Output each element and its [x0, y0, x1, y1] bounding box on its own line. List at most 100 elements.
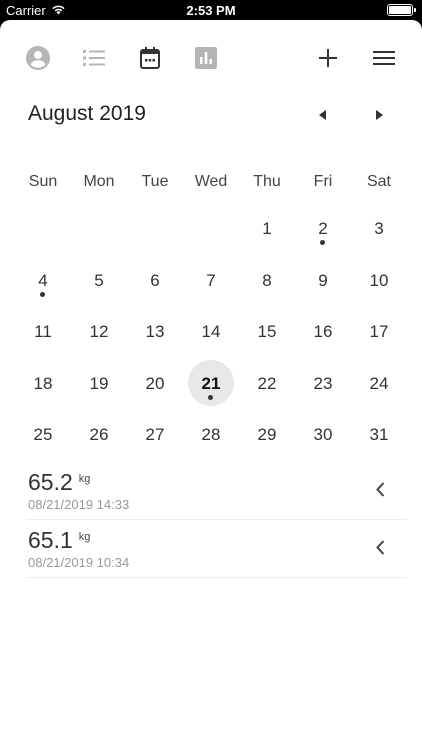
day-cell-17[interactable]: 17: [351, 306, 407, 357]
day-number: 5: [94, 270, 104, 290]
weekday-label: Sun: [28, 173, 58, 190]
day-cell-7[interactable]: 7: [183, 255, 239, 306]
day-number: 1: [262, 219, 272, 238]
day-cell-27[interactable]: 27: [127, 409, 183, 460]
day-number: 11: [34, 322, 52, 342]
day-number: 15: [257, 322, 277, 342]
calendar-icon[interactable]: [137, 45, 163, 71]
day-cell-12[interactable]: 12: [71, 306, 127, 357]
day-number: 7: [206, 270, 216, 290]
day-number: 21: [201, 373, 221, 393]
day-number: 16: [313, 322, 333, 342]
entry-dot-icon: [40, 291, 45, 297]
entry-timestamp: 08/21/2019 10:34: [28, 555, 130, 570]
day-cell-26[interactable]: 26: [71, 409, 127, 460]
day-cell-3[interactable]: 3: [351, 203, 407, 254]
day-cell-29[interactable]: 29: [239, 409, 295, 460]
day-cell-19[interactable]: 19: [71, 358, 127, 409]
day-cell-20[interactable]: 20: [127, 358, 183, 409]
weight-unit: kg: [78, 473, 91, 485]
day-cell-10[interactable]: 10: [351, 255, 407, 306]
plus-icon: [319, 49, 337, 67]
caret-right-icon: [376, 110, 383, 120]
day-cell-14[interactable]: 14: [183, 306, 239, 357]
weekday-label: Mon: [83, 173, 115, 190]
day-number: 23: [313, 373, 333, 393]
entry-dot-icon: [320, 240, 325, 245]
weight-value: 65.2: [28, 469, 73, 495]
day-number: 14: [201, 322, 221, 342]
day-cell-13[interactable]: 13: [127, 306, 183, 357]
day-number: 10: [369, 270, 389, 290]
day-cell-5[interactable]: 5: [71, 255, 127, 306]
day-cell-22[interactable]: 22: [239, 358, 295, 409]
day-number: 12: [89, 322, 109, 342]
day-cell-30[interactable]: 30: [295, 409, 351, 460]
day-cell-4[interactable]: 4: [15, 255, 71, 306]
day-cell-25[interactable]: 25: [15, 409, 71, 460]
menu-icon: [373, 51, 395, 65]
day-number: 9: [318, 270, 328, 290]
day-cell-31[interactable]: 31: [351, 409, 407, 460]
day-number: 25: [33, 425, 53, 445]
weekday-label: Thu: [253, 173, 281, 190]
day-cell-1[interactable]: 1: [239, 203, 295, 254]
day-number: 3: [374, 219, 384, 238]
entry-list: 65.2 kg 08/21/2019 14:33 65.1 kg 08/21/2019 1…: [26, 462, 407, 578]
calendar-grid: 1 2 3 4 5 6 7 8 9 10 11 12 13 14 15 16 17 18 19 20 21 22 23 24 2…: [15, 203, 407, 461]
weekday-label: Fri: [313, 173, 333, 190]
day-number: 30: [313, 425, 333, 445]
weekday-label: Sat: [366, 173, 391, 190]
weekday-label: Tue: [141, 173, 169, 190]
day-number: 20: [145, 373, 165, 393]
status-time: 2:53 PM: [186, 3, 236, 18]
status-bar: Carrier 2:53 PM: [0, 0, 422, 20]
day-number: 13: [145, 322, 165, 342]
day-cell-11[interactable]: 11: [15, 306, 71, 357]
day-cell-6[interactable]: 6: [127, 255, 183, 306]
day-cell-28[interactable]: 28: [183, 409, 239, 460]
day-number: 24: [369, 373, 389, 393]
entry-row[interactable]: 65.1 kg 08/21/2019 10:34: [26, 520, 407, 578]
day-number: 27: [145, 425, 165, 445]
battery-icon: [387, 4, 416, 16]
entry-dot-icon: [208, 394, 213, 400]
day-number: 22: [257, 373, 277, 393]
day-cell-16[interactable]: 16: [295, 306, 351, 357]
app-sheet: August 2019 Sun Mon Tue Wed Thu Fri Sat 123456…: [0, 20, 422, 750]
caret-left-icon: [319, 110, 326, 120]
day-number: 19: [89, 373, 109, 393]
day-number: 4: [38, 270, 48, 290]
weight-unit: kg: [78, 531, 91, 543]
day-number: 31: [369, 425, 389, 445]
entry-row[interactable]: 65.2 kg 08/21/2019 14:33: [26, 462, 407, 520]
entry-weight: 65.2 kg: [28, 469, 90, 496]
month-title: August 2019: [28, 102, 146, 125]
chevron-left-icon[interactable]: [373, 538, 387, 556]
day-cell-18[interactable]: 18: [15, 358, 71, 409]
weight-value: 65.1: [28, 527, 73, 553]
next-month-button[interactable]: [372, 108, 386, 122]
day-cell-24[interactable]: 24: [351, 358, 407, 409]
menu-button[interactable]: [371, 45, 397, 71]
day-cell-2[interactable]: 2: [295, 203, 351, 254]
add-entry-button[interactable]: [315, 45, 341, 71]
day-cell-15[interactable]: 15: [239, 306, 295, 357]
toolbar: [0, 42, 422, 74]
prev-month-button[interactable]: [316, 108, 330, 122]
day-cell-8[interactable]: 8: [239, 255, 295, 306]
bar-chart-icon[interactable]: [193, 45, 219, 71]
day-number: 29: [257, 425, 277, 445]
day-number: 28: [201, 425, 221, 445]
weekday-label: Wed: [194, 173, 228, 190]
day-number: 26: [89, 425, 109, 445]
day-cell-9[interactable]: 9: [295, 255, 351, 306]
day-cell-21[interactable]: 21: [183, 358, 239, 409]
list-icon[interactable]: [81, 45, 107, 71]
day-cell-23[interactable]: 23: [295, 358, 351, 409]
weekday-header: Sun Mon Tue Wed Thu Fri Sat: [15, 173, 407, 193]
account-icon[interactable]: [25, 45, 51, 71]
chevron-left-icon[interactable]: [373, 480, 387, 498]
month-header: August 2019: [28, 102, 396, 130]
battery-fill: [389, 6, 411, 14]
